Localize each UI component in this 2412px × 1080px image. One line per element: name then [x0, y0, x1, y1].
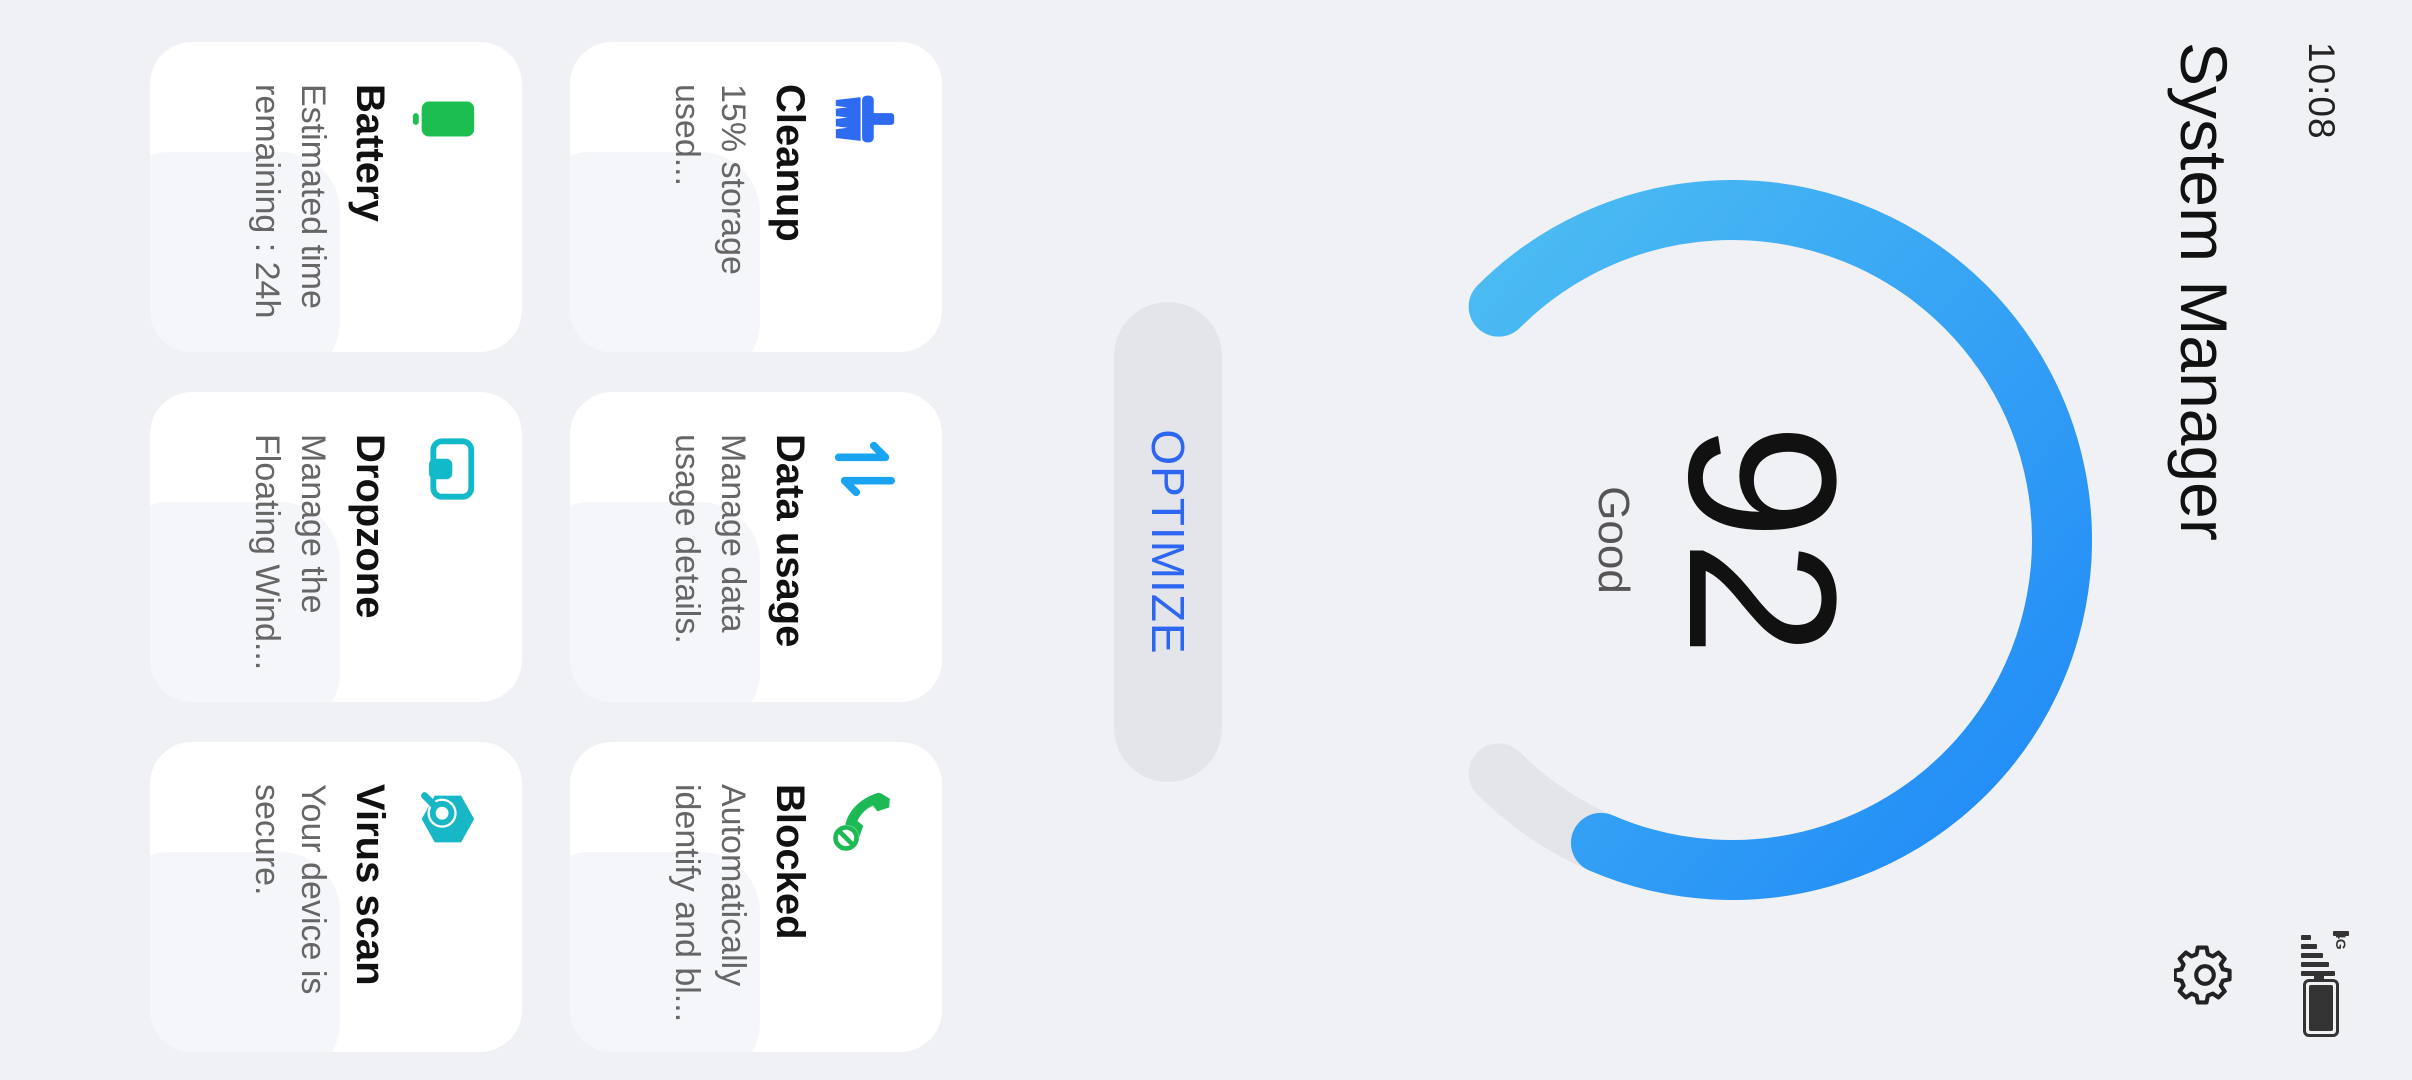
health-score-label: Good	[1589, 486, 1638, 594]
broom-icon	[835, 95, 895, 143]
card-description: 15% storage used...	[668, 84, 752, 275]
card-description: Your device is secure.	[248, 784, 332, 995]
battery-status-icon	[2303, 979, 2339, 1037]
blocked-card[interactable]: Blocked Automatically identify and bl...	[570, 742, 942, 1052]
battery-icon	[412, 101, 475, 137]
dropzone-icon	[428, 438, 475, 500]
virus-scan-icon	[421, 792, 475, 843]
card-title: Blocked	[768, 784, 812, 940]
card-title: Virus scan	[348, 784, 392, 986]
network-type: 4G	[2333, 931, 2349, 950]
system-manager-screen: 10:08 4G System Manager 92 Good OPTIMIZE	[0, 0, 2412, 1080]
card-description: Estimated time remaining : 24h	[248, 84, 332, 319]
cleanup-card[interactable]: Cleanup 15% storage used...	[570, 42, 942, 352]
card-description: Manage data usage details.	[668, 434, 752, 644]
status-icons: 4G	[2292, 931, 2350, 1037]
health-score-value: 92	[1645, 423, 1880, 657]
data-transfer-icon	[834, 441, 896, 497]
page-title: System Manager	[2167, 42, 2241, 541]
optimize-button[interactable]: OPTIMIZE	[1114, 302, 1222, 782]
card-description: Manage the Floating Wind...	[248, 434, 332, 671]
dropzone-card[interactable]: Dropzone Manage the Floating Wind...	[150, 392, 522, 702]
card-title: Data usage	[768, 434, 812, 648]
card-title: Dropzone	[348, 434, 392, 619]
settings-gear-icon[interactable]	[2174, 944, 2236, 1006]
status-time: 10:08	[2301, 42, 2342, 140]
cellular-signal-icon: 4G	[2301, 931, 2349, 976]
card-description: Automatically identify and bl...	[668, 784, 752, 1023]
virus-scan-card[interactable]: Virus scan Your device is secure.	[150, 742, 522, 1052]
blocked-call-icon	[832, 792, 890, 852]
battery-card[interactable]: Battery Estimated time remaining : 24h	[150, 42, 522, 352]
card-title: Cleanup	[768, 84, 812, 242]
data-usage-card[interactable]: Data usage Manage data usage details.	[570, 392, 942, 702]
health-score-gauge: 92 Good	[1372, 180, 2092, 900]
card-title: Battery	[348, 84, 392, 222]
